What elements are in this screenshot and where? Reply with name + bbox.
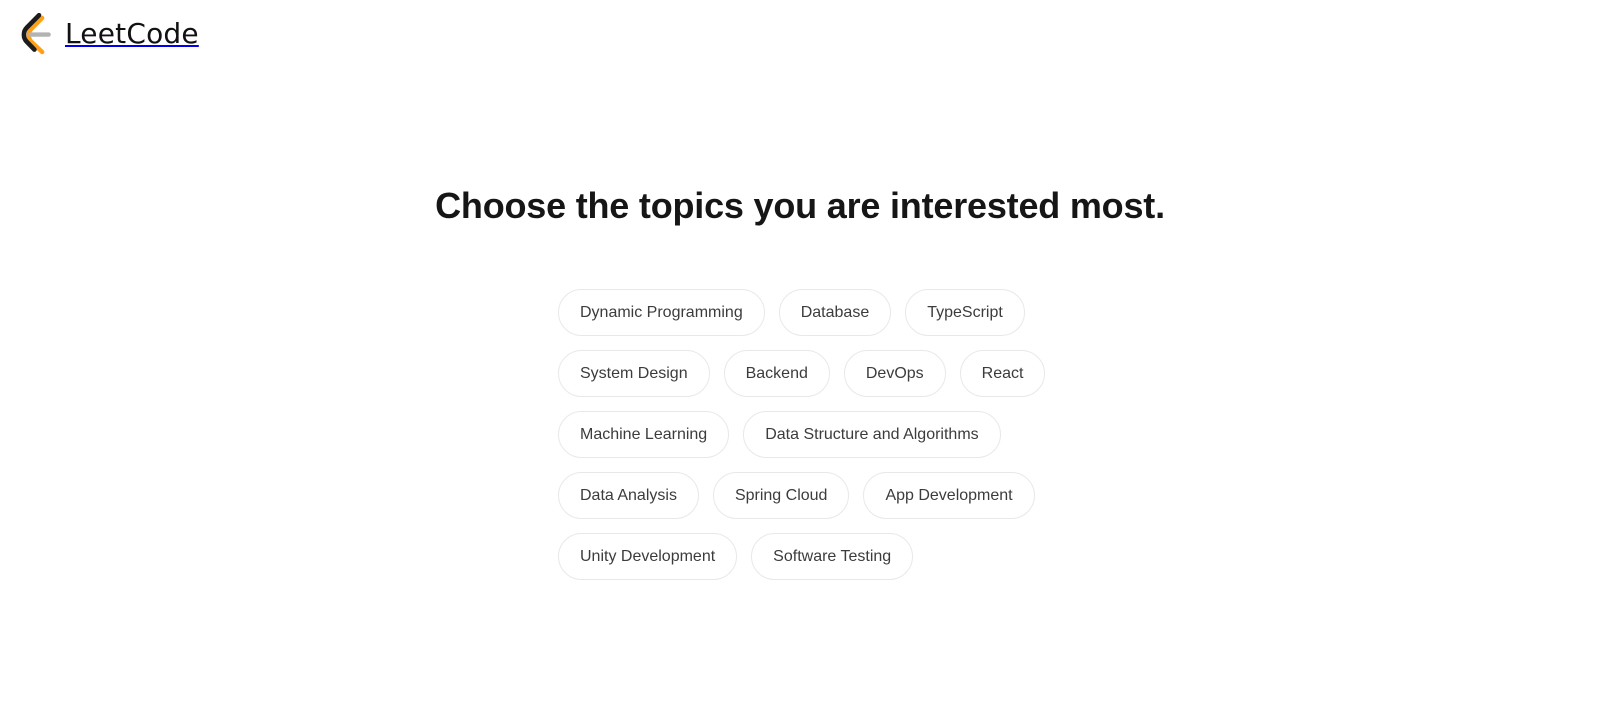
topic-chip[interactable]: React: [959, 350, 1046, 397]
topic-chip[interactable]: Spring Cloud: [712, 472, 850, 519]
topic-chip[interactable]: System Design: [558, 350, 710, 397]
topic-chip[interactable]: TypeScript: [905, 289, 1025, 336]
page-title: Choose the topics you are interested mos…: [435, 185, 1165, 226]
topic-chip[interactable]: Machine Learning: [558, 411, 730, 458]
topic-chip[interactable]: Unity Development: [558, 533, 738, 580]
topic-chip-group: Dynamic Programming Database TypeScript Sys…: [558, 289, 1050, 580]
content-area: Choose the topics you are interested mos…: [0, 0, 1600, 721]
topic-chip[interactable]: DevOps: [843, 350, 946, 397]
topic-chip[interactable]: Data Structure and Algorithms: [743, 411, 1001, 458]
topic-chip[interactable]: Backend: [723, 350, 830, 397]
topic-chip[interactable]: Data Analysis: [558, 472, 699, 519]
topic-chip[interactable]: Database: [778, 289, 892, 336]
topic-chip[interactable]: Software Testing: [751, 533, 914, 580]
topic-chip[interactable]: Dynamic Programming: [558, 289, 765, 336]
page-root: LeetCode Choose the topics you are inter…: [0, 0, 1600, 721]
topic-chip[interactable]: App Development: [863, 472, 1035, 519]
